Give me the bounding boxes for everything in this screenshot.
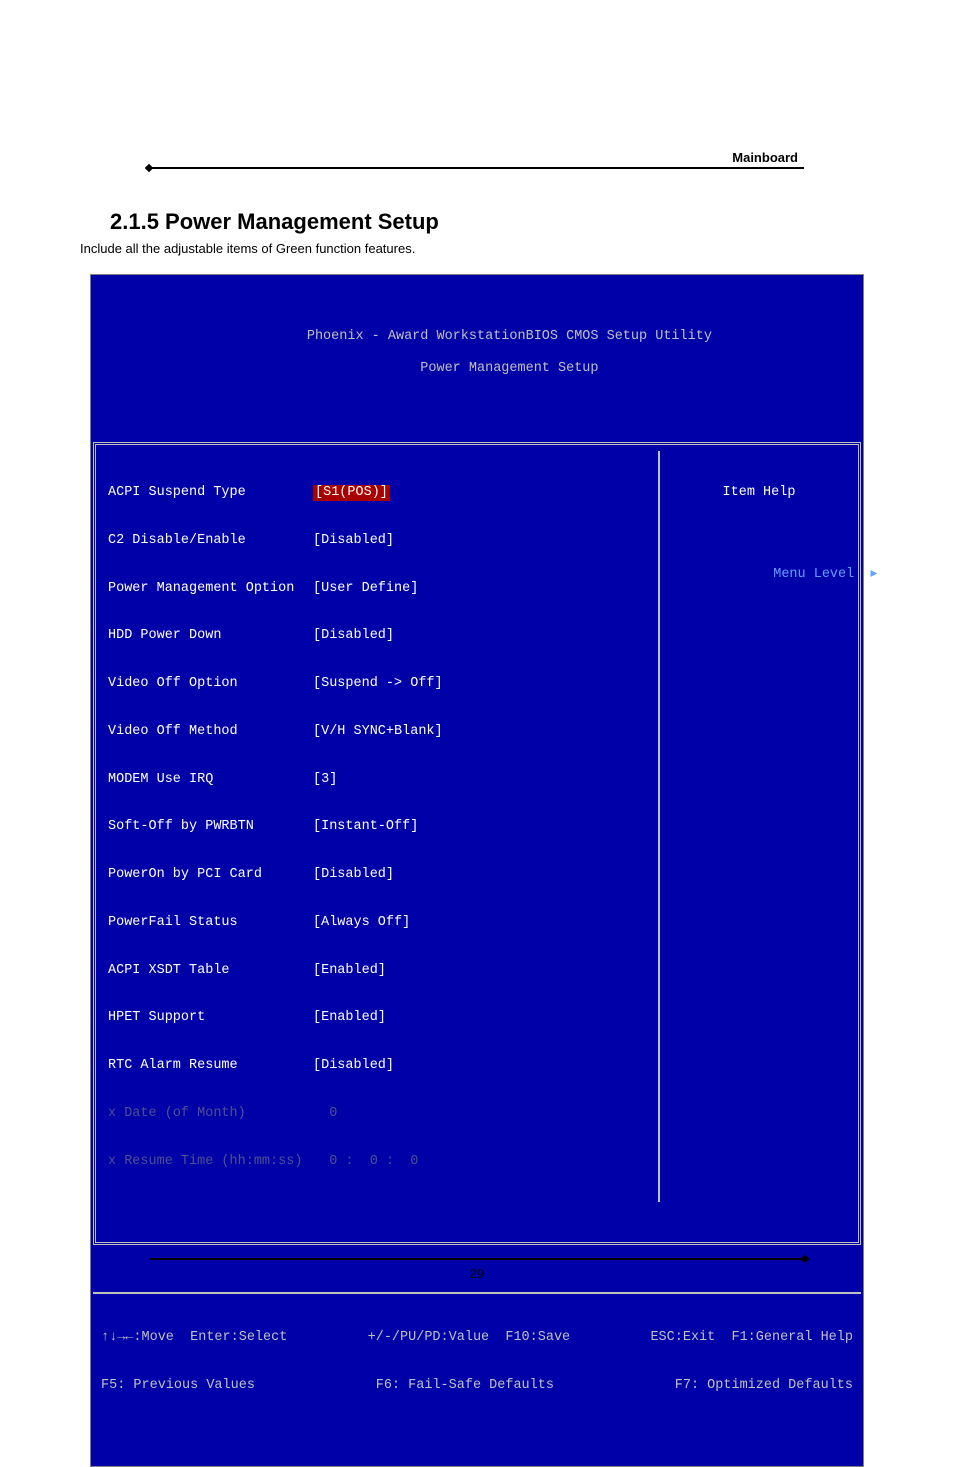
setting-value: 0 : 0 : 0: [313, 1154, 418, 1170]
setting-label: HPET Support: [108, 1010, 313, 1026]
menu-level: Menu Level ▸: [664, 551, 854, 599]
setting-label: HDD Power Down: [108, 628, 313, 644]
menu-level-label: Menu Level: [773, 567, 854, 582]
setting-row[interactable]: ACPI XSDT Table[Enabled]: [108, 963, 654, 979]
setting-value: [Disabled]: [313, 533, 394, 549]
setting-row[interactable]: HDD Power Down[Disabled]: [108, 628, 654, 644]
setting-row[interactable]: ACPI Suspend Type[S1(POS)]: [108, 485, 654, 501]
setting-row[interactable]: MODEM Use IRQ[3]: [108, 772, 654, 788]
footer-row: ↑↓→←:Move Enter:Select +/-/PU/PD:Value F…: [101, 1330, 853, 1346]
footer-hint-f5: F5: Previous Values: [101, 1378, 255, 1394]
setting-label: Soft-Off by PWRBTN: [108, 819, 313, 835]
header-rule: [150, 167, 804, 169]
setting-row[interactable]: Video Off Option[Suspend -> Off]: [108, 676, 654, 692]
footer-rule: [150, 1258, 804, 1260]
page-header: Mainboard: [150, 150, 804, 169]
setting-row[interactable]: Soft-Off by PWRBTN[Instant-Off]: [108, 819, 654, 835]
item-help-title: Item Help: [664, 485, 854, 501]
setting-row[interactable]: RTC Alarm Resume[Disabled]: [108, 1058, 654, 1074]
setting-value: [User Define]: [313, 581, 418, 597]
setting-value: [S1(POS)]: [313, 485, 390, 501]
setting-row[interactable]: C2 Disable/Enable[Disabled]: [108, 533, 654, 549]
section-title: 2.1.5 Power Management Setup: [110, 209, 874, 235]
bios-footer: ↑↓→←:Move Enter:Select +/-/PU/PD:Value F…: [93, 1292, 861, 1431]
setting-value: [3]: [313, 772, 337, 788]
setting-label: x Resume Time (hh:mm:ss): [108, 1154, 313, 1170]
setting-label: MODEM Use IRQ: [108, 772, 313, 788]
bios-settings-list: ACPI Suspend Type[S1(POS)] C2 Disable/En…: [96, 451, 658, 1201]
bios-title-line2: Power Management Setup: [420, 361, 598, 376]
footer-hint-f6: F6: Fail-Safe Defaults: [376, 1378, 554, 1394]
setting-label: Power Management Option: [108, 581, 313, 597]
setting-row[interactable]: HPET Support[Enabled]: [108, 1010, 654, 1026]
bios-help-pane: Item Help Menu Level ▸: [658, 451, 858, 1201]
setting-value: [V/H SYNC+Blank]: [313, 724, 443, 740]
footer-hint-exit: ESC:Exit F1:General Help: [650, 1330, 853, 1346]
setting-row[interactable]: PowerFail Status[Always Off]: [108, 915, 654, 931]
setting-row-disabled: x Resume Time (hh:mm:ss) 0 : 0 : 0: [108, 1154, 654, 1170]
setting-label: PowerOn by PCI Card: [108, 867, 313, 883]
footer-hint-move: ↑↓→←:Move Enter:Select: [101, 1330, 287, 1346]
setting-label: PowerFail Status: [108, 915, 313, 931]
footer-hint-f7: F7: Optimized Defaults: [675, 1378, 853, 1394]
setting-row[interactable]: Video Off Method[V/H SYNC+Blank]: [108, 724, 654, 740]
setting-value: [Always Off]: [313, 915, 410, 931]
footer-row: F5: Previous Values F6: Fail-Safe Defaul…: [101, 1378, 853, 1394]
setting-value: [Enabled]: [313, 1010, 386, 1026]
setting-value: [Enabled]: [313, 963, 386, 979]
header-label: Mainboard: [150, 150, 804, 167]
setting-row-disabled: x Date (of Month) 0: [108, 1106, 654, 1122]
bios-title-line1: Phoenix - Award WorkstationBIOS CMOS Set…: [307, 329, 712, 344]
manual-page: Mainboard 2.1.5 Power Management Setup I…: [0, 0, 954, 1351]
setting-value: [Disabled]: [313, 1058, 394, 1074]
page-footer: 29: [150, 1258, 804, 1281]
setting-label: RTC Alarm Resume: [108, 1058, 313, 1074]
setting-label: Video Off Option: [108, 676, 313, 692]
setting-value: 0: [313, 1106, 337, 1122]
bios-screenshot: Phoenix - Award WorkstationBIOS CMOS Set…: [90, 274, 864, 1467]
setting-row[interactable]: PowerOn by PCI Card[Disabled]: [108, 867, 654, 883]
chevron-right-icon: ▸: [870, 567, 877, 582]
page-number: 29: [470, 1266, 484, 1281]
setting-value: [Disabled]: [313, 867, 394, 883]
setting-row[interactable]: Power Management Option[User Define]: [108, 581, 654, 597]
bios-inner: Phoenix - Award WorkstationBIOS CMOS Set…: [93, 277, 861, 1464]
footer-hint-value: +/-/PU/PD:Value F10:Save: [368, 1330, 571, 1346]
setting-value: [Instant-Off]: [313, 819, 418, 835]
setting-label: Video Off Method: [108, 724, 313, 740]
setting-label: x Date (of Month): [108, 1106, 313, 1122]
setting-value: [Suspend -> Off]: [313, 676, 443, 692]
setting-value: [Disabled]: [313, 628, 394, 644]
bios-title: Phoenix - Award WorkstationBIOS CMOS Set…: [93, 309, 861, 395]
setting-label: C2 Disable/Enable: [108, 533, 313, 549]
bios-body: ACPI Suspend Type[S1(POS)] C2 Disable/En…: [93, 442, 861, 1244]
setting-label: ACPI XSDT Table: [108, 963, 313, 979]
setting-label: ACPI Suspend Type: [108, 485, 313, 501]
section-subtitle: Include all the adjustable items of Gree…: [80, 241, 874, 256]
